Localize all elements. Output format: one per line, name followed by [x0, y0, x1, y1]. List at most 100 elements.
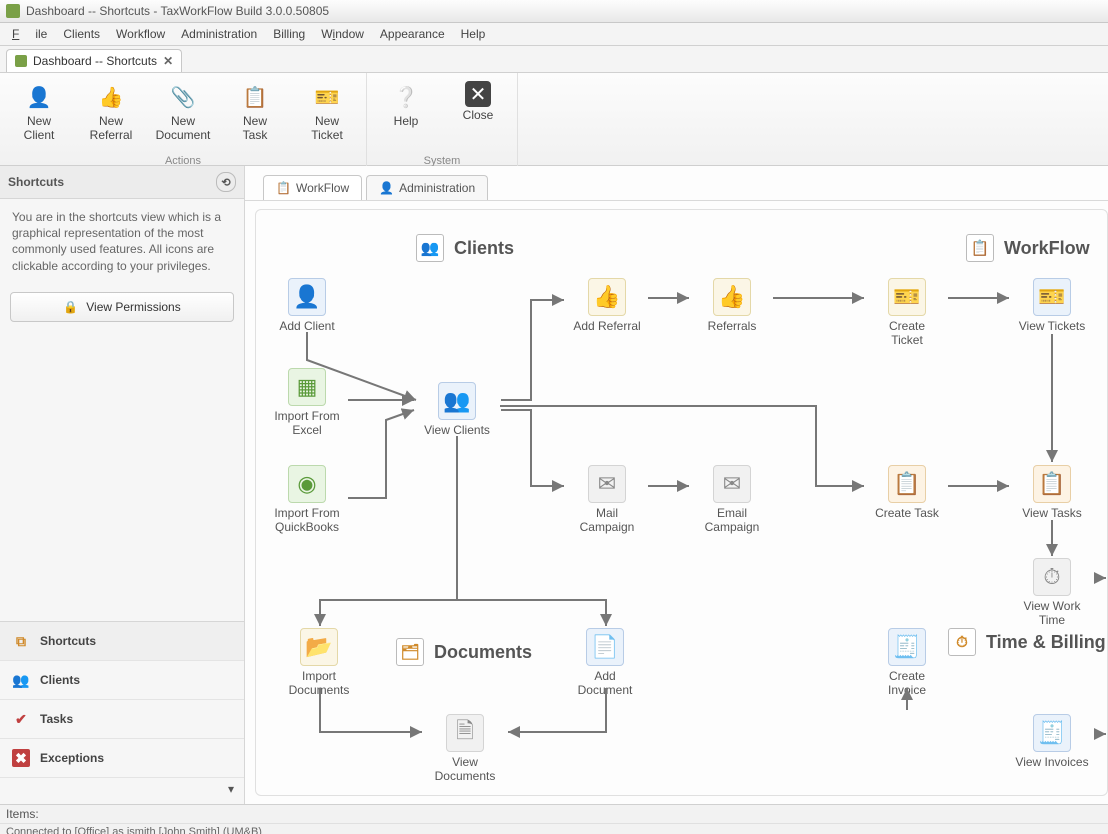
clients-section-icon: 👥 [416, 234, 444, 262]
menu-bar: File Clients Workflow Administration Bil… [0, 23, 1108, 46]
node-view-documents[interactable]: 🗎ViewDocuments [424, 714, 506, 784]
node-import-excel[interactable]: ▦Import FromExcel [266, 368, 348, 438]
person-plus-icon: 👤 [288, 278, 326, 316]
mail-icon: ✉ [588, 465, 626, 503]
node-create-task[interactable]: 📋Create Task [866, 465, 948, 521]
doc-plus-icon: 📄 [586, 628, 624, 666]
document-tab-label: Dashboard -- Shortcuts [33, 54, 157, 68]
node-mail-campaign[interactable]: ✉MailCampaign [566, 465, 648, 535]
sidebar-more[interactable]: ▾ [0, 778, 244, 804]
section-documents: 🗂Documents [396, 638, 532, 666]
new-task-button[interactable]: 📋NewTask [224, 77, 286, 147]
ribbon: 👤NewClient 👍NewReferral 📎NewDocument 📋Ne… [0, 73, 1108, 166]
thumb-icon: 👍 [713, 278, 751, 316]
sidebar-item-clients[interactable]: 👥Clients [0, 661, 244, 700]
menu-clients[interactable]: Clients [55, 25, 108, 43]
workflow-section-icon: 📋 [966, 234, 994, 262]
close-icon: ✕ [465, 81, 491, 107]
clipboard-list-icon: 📋 [1033, 465, 1071, 503]
help-button[interactable]: ❔Help [375, 77, 437, 133]
sidebar-nav: ⧉Shortcuts 👥Clients ✔Tasks ✖Exceptions ▾ [0, 621, 244, 804]
admin-icon: 👤 [379, 181, 393, 195]
docs-icon: 🗎 [446, 714, 484, 752]
invoice-icon: 🧾 [1033, 714, 1071, 752]
status-bar-connection: Connected to [Office] as jsmith [John Sm… [0, 823, 1108, 834]
exceptions-icon: ✖ [12, 749, 30, 767]
node-add-referral[interactable]: 👍Add Referral [566, 278, 648, 334]
node-import-quickbooks[interactable]: ◉Import FromQuickBooks [266, 465, 348, 535]
ribbon-group-actions: 👤NewClient 👍NewReferral 📎NewDocument 📋Ne… [0, 73, 367, 171]
node-view-clients[interactable]: 👥View Clients [416, 382, 498, 438]
ticket-star-icon: 🎫 [888, 278, 926, 316]
menu-help[interactable]: Help [453, 25, 494, 43]
new-client-button[interactable]: 👤NewClient [8, 77, 70, 147]
quickbooks-icon: ◉ [288, 465, 326, 503]
node-view-worktime[interactable]: ⏱View Work Time [1011, 558, 1093, 628]
sidebar-item-shortcuts[interactable]: ⧉Shortcuts [0, 622, 244, 661]
app-icon [6, 4, 20, 18]
shortcuts-icon: ⧉ [12, 632, 30, 650]
ticket-icon: 🎫 [311, 81, 343, 113]
menu-window[interactable]: Window [313, 25, 372, 43]
node-create-ticket[interactable]: 🎫CreateTicket [866, 278, 948, 348]
flow-arrows [256, 210, 1107, 795]
status-bar-items: Items: [0, 804, 1108, 823]
clock-coin-icon: ⏱ [948, 628, 976, 656]
new-document-button[interactable]: 📎NewDocument [152, 77, 214, 147]
title-bar: Dashboard -- Shortcuts - TaxWorkFlow Bui… [0, 0, 1108, 23]
tasks-icon: ✔ [12, 710, 30, 728]
menu-billing[interactable]: Billing [265, 25, 313, 43]
view-permissions-label: View Permissions [86, 300, 180, 314]
node-create-invoice[interactable]: 🧾CreateInvoice [866, 628, 948, 698]
thumb-plus-icon: 👍 [588, 278, 626, 316]
sidebar-item-tasks[interactable]: ✔Tasks [0, 700, 244, 739]
tab-administration[interactable]: 👤Administration [366, 175, 488, 200]
document-tab-shortcuts[interactable]: Dashboard -- Shortcuts ✕ [6, 49, 182, 72]
main: 📋WorkFlow 👤Administration 👥Clients 📋Work… [245, 166, 1108, 804]
node-view-tickets[interactable]: 🎫View Tickets [1011, 278, 1093, 334]
clients-icon: 👥 [12, 671, 30, 689]
view-permissions-button[interactable]: 🔒 View Permissions [10, 292, 234, 322]
invoice-plus-icon: 🧾 [888, 628, 926, 666]
menu-administration[interactable]: Administration [173, 25, 265, 43]
content: Shortcuts ⟲ You are in the shortcuts vie… [0, 166, 1108, 804]
node-add-client[interactable]: 👤Add Client [266, 278, 348, 334]
new-referral-button[interactable]: 👍NewReferral [80, 77, 142, 147]
clipboard-check-icon: 📋 [239, 81, 271, 113]
ribbon-group-system: ❔Help ✕Close System [367, 73, 518, 171]
main-tabs: 📋WorkFlow 👤Administration [245, 166, 1108, 201]
documents-section-icon: 🗂 [396, 638, 424, 666]
node-referrals[interactable]: 👍Referrals [691, 278, 773, 334]
people-icon: 👥 [438, 382, 476, 420]
help-icon: ❔ [390, 81, 422, 113]
node-add-document[interactable]: 📄AddDocument [564, 628, 646, 698]
menu-workflow[interactable]: Workflow [108, 25, 173, 43]
close-button[interactable]: ✕Close [447, 77, 509, 133]
clipboard-icon: 📋 [276, 181, 290, 195]
workflow-canvas[interactable]: 👥Clients 📋WorkFlow 🗂Documents ⏱Time & Bi… [255, 209, 1108, 796]
new-ticket-button[interactable]: 🎫NewTicket [296, 77, 358, 147]
node-email-campaign[interactable]: ✉EmailCampaign [691, 465, 773, 535]
section-workflow: 📋WorkFlow [966, 234, 1090, 262]
sidebar-title: Shortcuts [8, 175, 64, 189]
node-view-invoices[interactable]: 🧾View Invoices [1011, 714, 1093, 770]
email-icon: ✉ [713, 465, 751, 503]
window-title: Dashboard -- Shortcuts - TaxWorkFlow Bui… [26, 4, 329, 18]
folder-in-icon: 📂 [300, 628, 338, 666]
excel-icon: ▦ [288, 368, 326, 406]
tickets-icon: 🎫 [1033, 278, 1071, 316]
menu-appearance[interactable]: Appearance [372, 25, 453, 43]
sidebar-description: You are in the shortcuts view which is a… [0, 199, 244, 284]
thumb-plus-icon: 👍 [95, 81, 127, 113]
paperclip-icon: 📎 [167, 81, 199, 113]
sidebar: Shortcuts ⟲ You are in the shortcuts vie… [0, 166, 245, 804]
menu-file[interactable]: File [4, 25, 55, 43]
document-tab-strip: Dashboard -- Shortcuts ✕ [0, 46, 1108, 73]
node-view-tasks[interactable]: 📋View Tasks [1011, 465, 1093, 521]
close-icon[interactable]: ✕ [163, 54, 173, 68]
pin-icon[interactable]: ⟲ [216, 172, 236, 192]
node-import-documents[interactable]: 📂ImportDocuments [278, 628, 360, 698]
sidebar-item-exceptions[interactable]: ✖Exceptions [0, 739, 244, 778]
person-plus-icon: 👤 [23, 81, 55, 113]
tab-workflow[interactable]: 📋WorkFlow [263, 175, 362, 200]
